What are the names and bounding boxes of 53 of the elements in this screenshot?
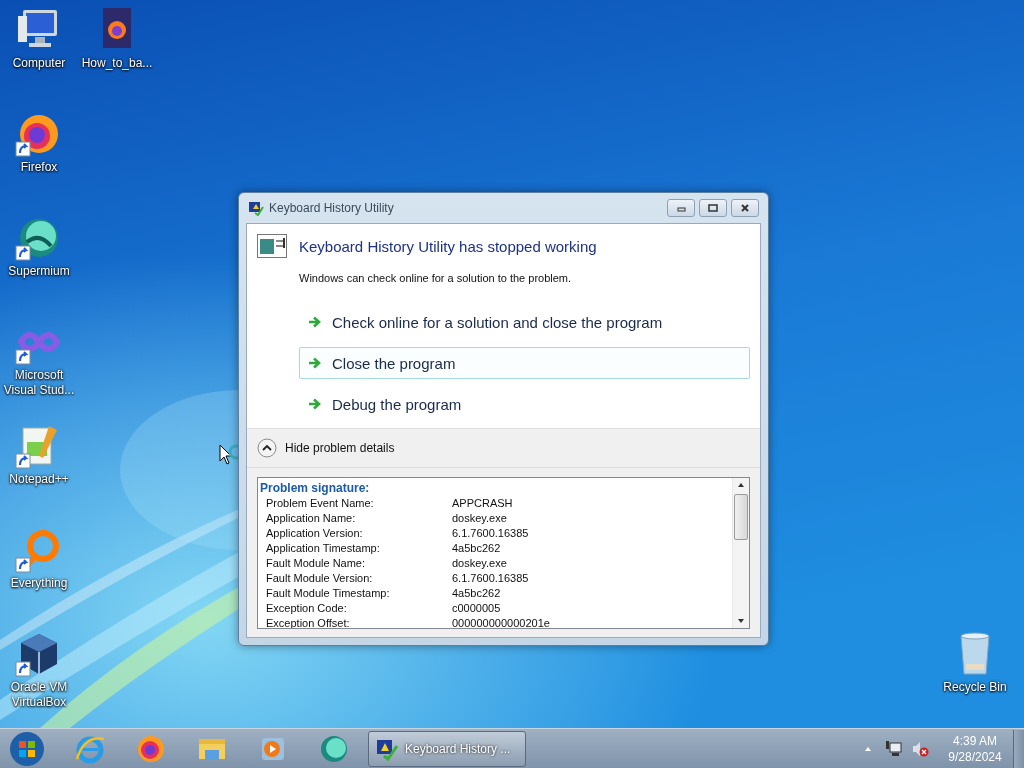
detail-value: 000000000000201e xyxy=(452,616,551,628)
windows-logo-icon xyxy=(9,730,45,767)
dialog-message: Windows can check online for a solution to the problem. xyxy=(299,272,573,284)
window-title: Keyboard History Utility xyxy=(269,201,395,215)
detail-name: Exception Code: xyxy=(266,601,348,616)
command-link[interactable]: Check online for a solution and close the program xyxy=(299,306,750,338)
detail-value: APPCRASH xyxy=(452,496,514,511)
command-link[interactable]: Debug the program xyxy=(299,388,750,420)
arrow-icon xyxy=(308,398,322,410)
detail-value: 4a5bc262 xyxy=(452,541,502,556)
detail-value: 6.1.7600.16385 xyxy=(452,526,530,541)
details-header: Problem signature: xyxy=(260,481,371,496)
program-window-icon xyxy=(257,234,287,258)
detail-value: doskey.exe xyxy=(452,511,508,526)
icon-label: Notepad++ xyxy=(9,472,69,487)
icon-label: Microsoft Visual Stud... xyxy=(2,368,76,398)
arrow-icon xyxy=(308,316,322,328)
hide-details-toggle[interactable]: Hide problem details xyxy=(257,438,395,458)
icon-label: How_to_ba... xyxy=(81,56,153,71)
detail-name: Application Timestamp: xyxy=(266,541,381,556)
detail-name: Fault Module Timestamp: xyxy=(266,586,391,601)
icon-label: Recycle Bin xyxy=(943,680,1007,695)
minimize-icon xyxy=(675,204,687,212)
detail-value: doskey.exe xyxy=(452,556,508,571)
icon-label: Oracle VM VirtualBox xyxy=(9,680,69,710)
start-button[interactable] xyxy=(7,729,47,768)
close-button[interactable] xyxy=(731,199,759,217)
minimize-button[interactable] xyxy=(667,199,695,217)
detail-name: Problem Event Name: xyxy=(266,496,375,511)
chevron-up-icon xyxy=(257,438,277,458)
detail-value: 4a5bc262 xyxy=(452,586,502,601)
network-icon[interactable] xyxy=(885,739,903,758)
detail-name: Application Version: xyxy=(266,526,364,541)
maximize-button[interactable] xyxy=(699,199,727,217)
detail-name: Fault Module Version: xyxy=(266,571,374,586)
show-desktop-button[interactable] xyxy=(1013,729,1024,768)
icon-label: Everything xyxy=(10,576,68,591)
detail-name: Fault Module Name: xyxy=(266,556,367,571)
scroll-thumb[interactable] xyxy=(734,494,748,540)
close-icon xyxy=(739,204,751,212)
icon-label: Computer xyxy=(12,56,66,71)
clock-time: 4:39 AM xyxy=(953,732,997,749)
keyboard-warning-icon xyxy=(248,200,264,216)
detail-value: c0000005 xyxy=(452,601,502,616)
detail-value: 6.1.7600.16385 xyxy=(452,571,530,586)
command-link[interactable]: Close the program xyxy=(299,347,750,379)
dialog-heading: Keyboard History Utility has stopped working xyxy=(299,237,597,255)
detail-name: Application Name: xyxy=(266,511,357,526)
maximize-icon xyxy=(707,204,719,212)
icon-label: Firefox xyxy=(20,160,58,175)
clock-date: 9/28/2024 xyxy=(948,748,1002,765)
arrow-icon xyxy=(308,357,322,369)
icon-label: Supermium xyxy=(8,264,70,279)
